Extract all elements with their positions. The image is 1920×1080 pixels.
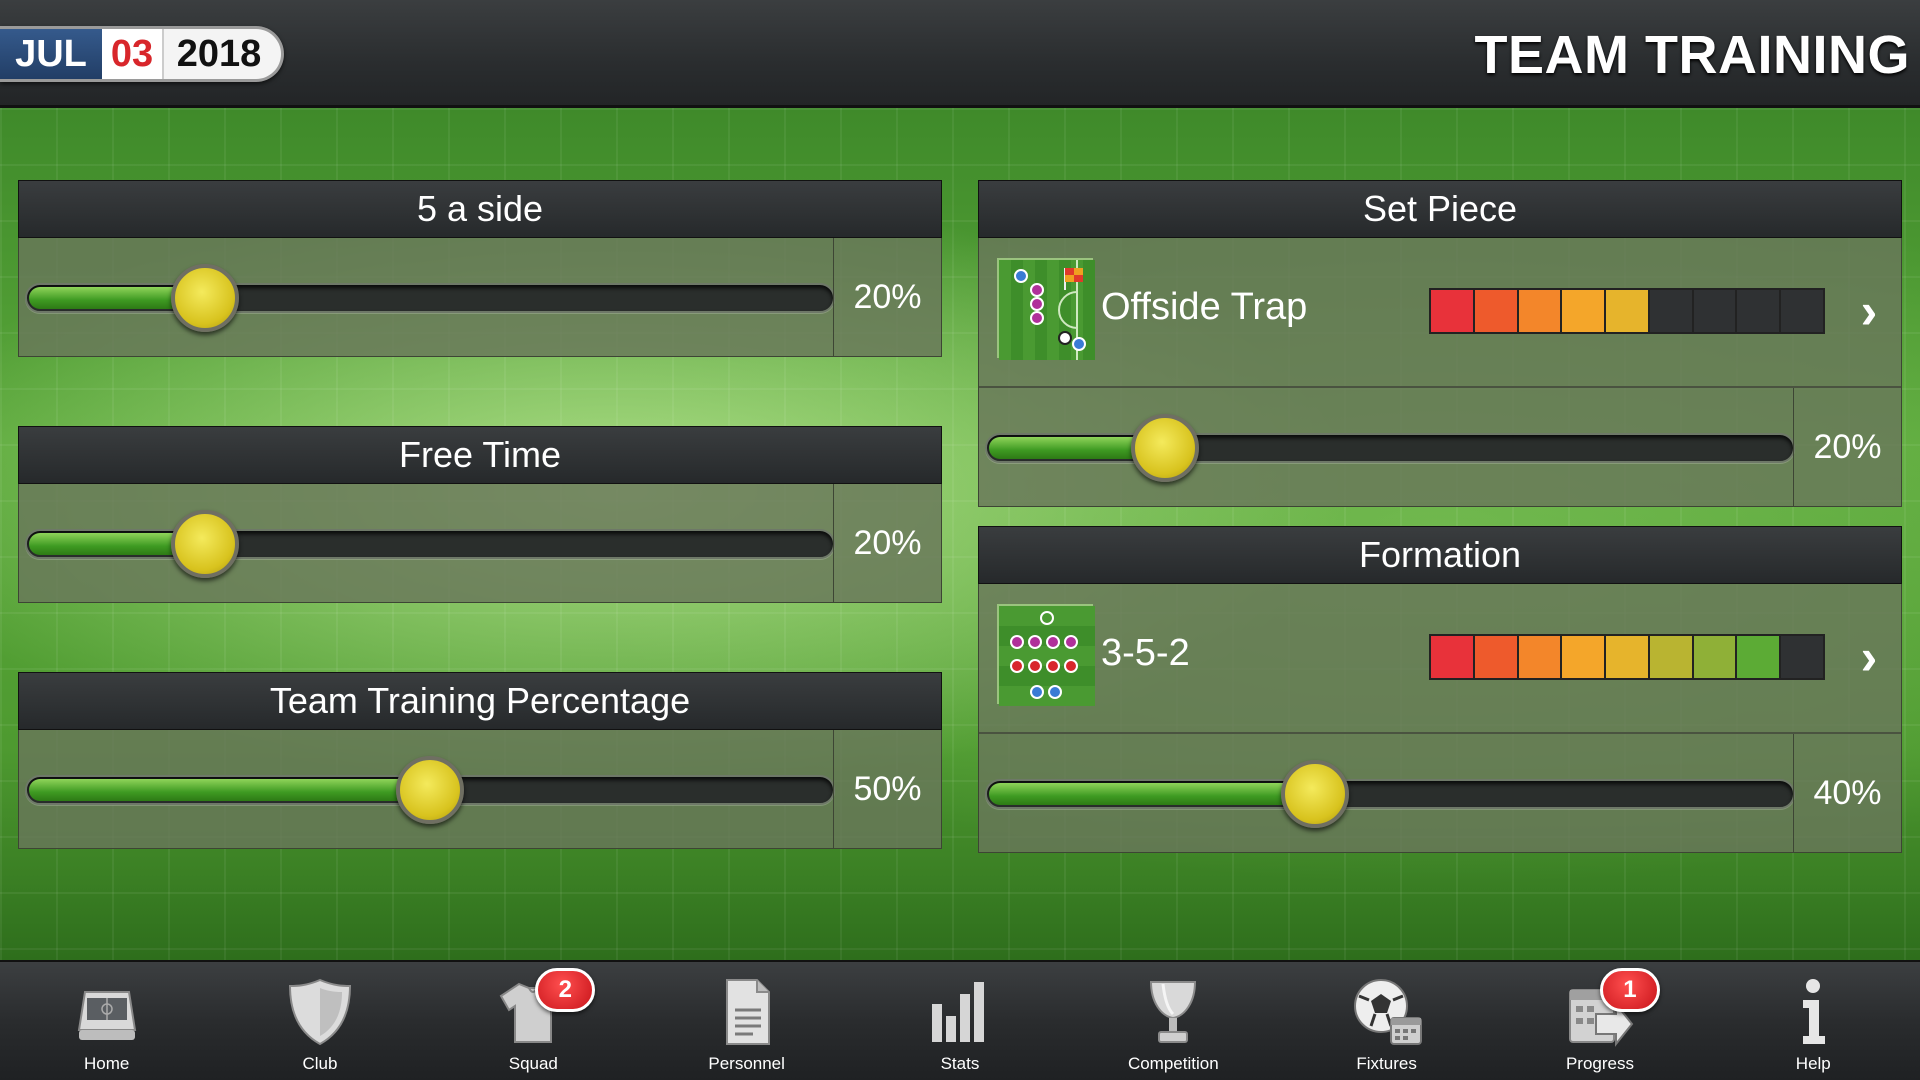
set-piece-slider[interactable]: 20% xyxy=(979,388,1901,506)
rating-segment xyxy=(1737,290,1782,332)
slider-fill xyxy=(29,779,434,801)
slider-value: 40% xyxy=(1793,734,1901,852)
nav-label: Fixtures xyxy=(1356,1054,1417,1073)
slider-track[interactable] xyxy=(25,283,835,313)
shield-icon xyxy=(288,978,351,1046)
set-piece-pitch-icon xyxy=(997,258,1095,360)
nav-stats[interactable]: Stats xyxy=(853,962,1066,1080)
chevron-right-icon[interactable]: › xyxy=(1849,632,1889,682)
panel-title: Set Piece xyxy=(978,180,1902,238)
rating-segment xyxy=(1649,636,1694,678)
nav-help[interactable]: Help xyxy=(1707,962,1920,1080)
formation-pitch-icon xyxy=(997,604,1095,706)
rating-segment xyxy=(1649,290,1694,332)
panel-title: Free Time xyxy=(18,426,942,484)
notification-badge: 1 xyxy=(1599,968,1660,1012)
nav-label: Progress xyxy=(1565,1054,1634,1073)
slider-knob[interactable] xyxy=(171,264,239,332)
slider-value: 20% xyxy=(833,238,941,356)
slider-track[interactable] xyxy=(985,779,1795,809)
slider-track[interactable] xyxy=(25,529,835,559)
date-display: JUL 03 2018 xyxy=(0,26,284,82)
nav-label: Home xyxy=(83,1054,130,1073)
formation-selector[interactable]: 3-5-2 › xyxy=(979,584,1901,734)
set-piece-selector[interactable]: Offside Trap › xyxy=(979,238,1901,388)
panel-title: Formation xyxy=(978,526,1902,584)
chevron-right-icon[interactable]: › xyxy=(1849,286,1889,336)
set-piece-label: Offside Trap xyxy=(1101,286,1308,328)
slider-knob[interactable] xyxy=(1281,760,1349,828)
slider-fill xyxy=(989,783,1319,805)
formation-panel: Formation 3-5-2 › 40% xyxy=(978,526,1902,853)
team-training-percentage-panel: Team Training Percentage 50% xyxy=(18,672,942,849)
nav-personnel[interactable]: Personnel xyxy=(640,962,853,1080)
nav-competition[interactable]: Competition xyxy=(1067,962,1280,1080)
top-bar: JUL 03 2018 TEAM TRAINING xyxy=(0,0,1920,108)
rating-segment xyxy=(1606,290,1650,332)
rating-segment xyxy=(1606,636,1650,678)
rating-segment xyxy=(1781,290,1824,332)
rating-segment xyxy=(1737,636,1782,678)
rating-segment xyxy=(1562,290,1607,332)
set-piece-panel: Set Piece Offside Trap › 20% xyxy=(978,180,1902,507)
slider-track[interactable] xyxy=(985,433,1795,463)
nav-label: Stats xyxy=(940,1054,980,1073)
nav-club[interactable]: Club xyxy=(213,962,426,1080)
bottom-navigation: Home Club Squad 2 Personnel Stats Compet… xyxy=(0,960,1920,1080)
home-icon xyxy=(77,991,136,1040)
slider-value: 50% xyxy=(833,730,941,848)
nav-squad[interactable]: Squad 2 xyxy=(427,962,640,1080)
five-a-side-slider[interactable]: 20% xyxy=(19,238,941,356)
nav-label: Club xyxy=(302,1054,338,1073)
rating-segment xyxy=(1518,636,1563,678)
slider-value: 20% xyxy=(833,484,941,602)
rating-segment xyxy=(1474,290,1519,332)
rating-segment xyxy=(1781,636,1824,678)
nav-label: Personnel xyxy=(708,1054,785,1073)
slider-knob[interactable] xyxy=(171,510,239,578)
panel-title: Team Training Percentage xyxy=(18,672,942,730)
rating-segment xyxy=(1562,636,1607,678)
formation-slider[interactable]: 40% xyxy=(979,734,1901,852)
bar-chart-icon xyxy=(931,982,984,1042)
slider-knob[interactable] xyxy=(1131,414,1199,482)
panel-title: 5 a side xyxy=(18,180,942,238)
rating-segment xyxy=(1431,290,1475,332)
nav-home[interactable]: Home xyxy=(0,962,213,1080)
training-content: 5 a side 20% Free Time 20% Team Training… xyxy=(0,108,1920,960)
five-a-side-panel: 5 a side 20% xyxy=(18,180,942,357)
nav-fixtures[interactable]: Fixtures xyxy=(1280,962,1493,1080)
nav-label: Help xyxy=(1795,1054,1831,1073)
rating-segment xyxy=(1693,290,1738,332)
rating-segment xyxy=(1474,636,1519,678)
formation-rating-bar xyxy=(1429,634,1825,680)
set-piece-rating-bar xyxy=(1429,288,1825,334)
nav-label: Squad xyxy=(508,1054,558,1073)
date-year: 2018 xyxy=(176,32,262,75)
page-title: TEAM TRAINING xyxy=(1474,25,1910,85)
info-icon xyxy=(1803,979,1826,1044)
rating-segment xyxy=(1431,636,1475,678)
ball-calendar-icon xyxy=(1353,979,1422,1045)
formation-label: 3-5-2 xyxy=(1101,632,1190,674)
trophy-icon xyxy=(1150,981,1197,1043)
document-icon xyxy=(725,979,770,1045)
date-month: JUL xyxy=(0,29,102,79)
free-time-panel: Free Time 20% xyxy=(18,426,942,603)
rating-segment xyxy=(1518,290,1563,332)
slider-knob[interactable] xyxy=(396,756,464,824)
nav-progress[interactable]: Progress 1 xyxy=(1493,962,1706,1080)
slider-value: 20% xyxy=(1793,388,1901,506)
team-training-percentage-slider[interactable]: 50% xyxy=(19,730,941,848)
nav-label: Competition xyxy=(1127,1054,1219,1073)
date-day: 03 xyxy=(102,29,164,79)
free-time-slider[interactable]: 20% xyxy=(19,484,941,602)
notification-badge: 2 xyxy=(535,968,596,1012)
rating-segment xyxy=(1693,636,1738,678)
